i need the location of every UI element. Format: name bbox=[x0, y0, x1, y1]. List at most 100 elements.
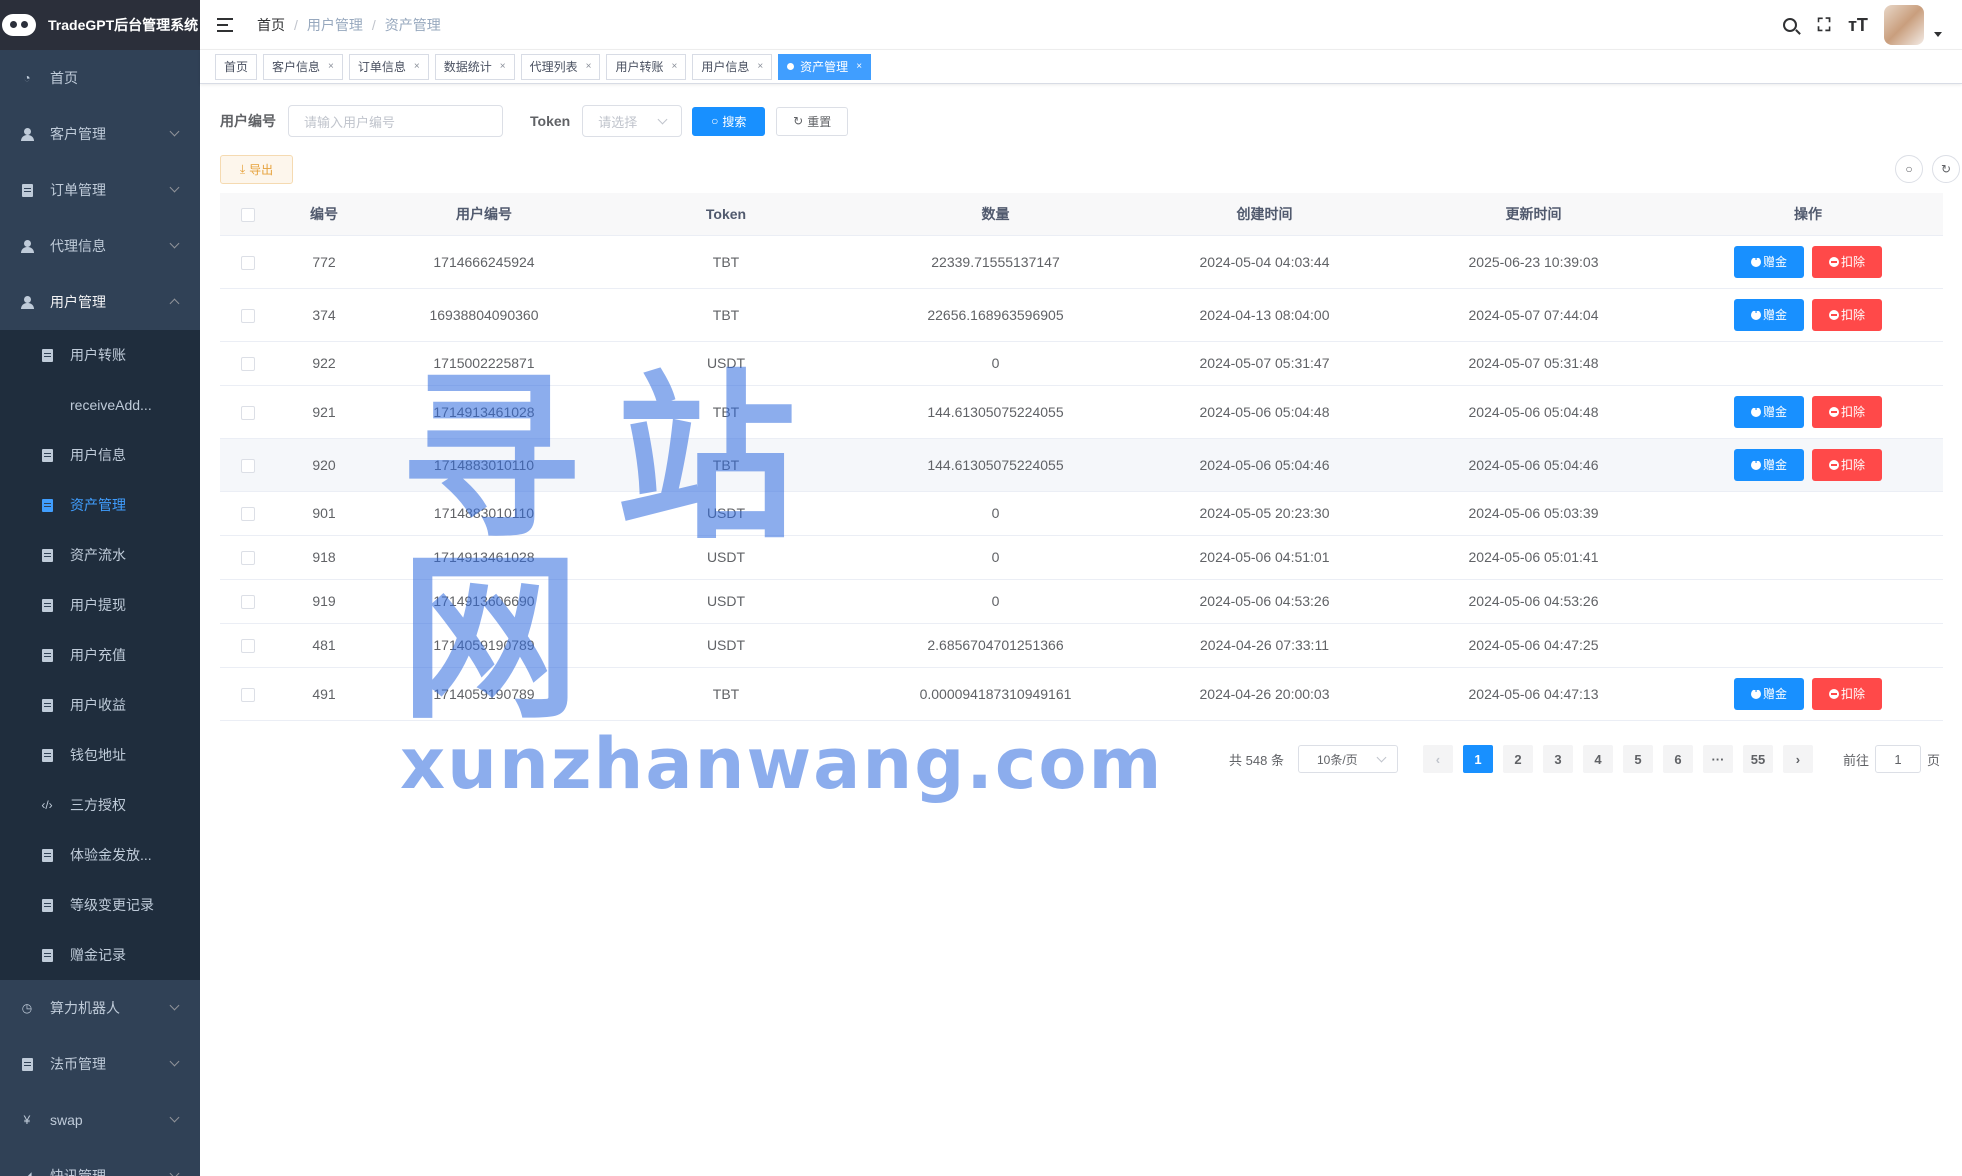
tag-customer-info[interactable]: 客户信息 × bbox=[263, 53, 343, 80]
sidebar-item-asset-management[interactable]: 资产管理 bbox=[0, 480, 200, 530]
avatar[interactable] bbox=[1884, 5, 1924, 45]
reset-button[interactable]: ↻ 重置 bbox=[776, 106, 849, 136]
sidebar-item-earnings[interactable]: 用户收益 bbox=[0, 680, 200, 730]
user-icon bbox=[20, 239, 34, 253]
tag-statistics[interactable]: 数据统计 × bbox=[434, 53, 515, 80]
close-icon[interactable]: × bbox=[328, 55, 334, 79]
app-logo[interactable]: TradeGPT后台管理系统 bbox=[0, 0, 200, 50]
more-pages-button[interactable]: ··· bbox=[1702, 745, 1733, 773]
tag-user-info[interactable]: 用户信息 × bbox=[692, 53, 773, 80]
tags-view: 首页 客户信息 × 订单信息 × 数据统计 × 代理列表 × 用户转账 × 用户信息 × 资… bbox=[200, 50, 1962, 84]
dashboard-icon: ◔ bbox=[23, 71, 31, 85]
document-icon bbox=[40, 748, 54, 762]
gift-button[interactable]: 赠金 bbox=[1734, 245, 1804, 278]
toggle-search-button[interactable]: ○ bbox=[1895, 155, 1923, 183]
token-select[interactable]: 请选择 bbox=[582, 105, 683, 137]
row-checkbox[interactable] bbox=[220, 579, 276, 624]
sidebar-item-level-change[interactable]: 等级变更记录 bbox=[0, 880, 200, 930]
fullscreen-icon[interactable]: ⛶ bbox=[1814, 15, 1834, 35]
search-button[interactable]: ○ 搜索 bbox=[692, 106, 766, 136]
page-button[interactable]: 4 bbox=[1582, 745, 1613, 773]
sidebar-item-fiat[interactable]: 法币管理 bbox=[0, 1036, 200, 1092]
deduct-button[interactable]: 扣除 bbox=[1812, 677, 1882, 710]
page-button[interactable]: 2 bbox=[1502, 745, 1533, 773]
row-checkbox[interactable] bbox=[220, 341, 276, 386]
row-checkbox[interactable] bbox=[220, 438, 276, 492]
refresh-button[interactable]: ↻ bbox=[1932, 155, 1960, 183]
sidebar-item-robot[interactable]: ◷ 算力机器人 bbox=[0, 980, 200, 1036]
goto-page-input[interactable]: 1 bbox=[1874, 745, 1921, 773]
sidebar-item-receive-address[interactable]: receiveAdd... bbox=[0, 380, 200, 430]
sidebar-item-asset-flow[interactable]: 资产流水 bbox=[0, 530, 200, 580]
gift-button[interactable]: 赠金 bbox=[1734, 395, 1804, 428]
sidebar-item-recharge[interactable]: 用户充值 bbox=[0, 630, 200, 680]
deduct-button[interactable]: 扣除 bbox=[1812, 298, 1882, 331]
robot-logo-icon bbox=[2, 14, 36, 36]
close-icon[interactable]: × bbox=[856, 55, 862, 79]
row-checkbox[interactable] bbox=[220, 385, 276, 439]
gift-button[interactable]: 赠金 bbox=[1734, 677, 1804, 710]
sidebar-item-user-transfer[interactable]: 用户转账 bbox=[0, 330, 200, 380]
table-header-row: 编号 用户编号 Token 数量 创建时间 更新时间 操作 bbox=[220, 193, 1943, 236]
close-icon[interactable]: × bbox=[500, 55, 506, 79]
row-checkbox[interactable] bbox=[220, 288, 276, 342]
deduct-button-label: 扣除 bbox=[1840, 308, 1865, 322]
tag-agent-list[interactable]: 代理列表 × bbox=[520, 53, 601, 80]
cell-user-no: 1714059190789 bbox=[372, 667, 596, 721]
deduct-button[interactable]: 扣除 bbox=[1812, 245, 1882, 278]
row-checkbox[interactable] bbox=[220, 535, 276, 580]
sidebar-item-orders[interactable]: 订单管理 bbox=[0, 162, 200, 218]
sidebar-item-trial-fund[interactable]: 体验金发放... bbox=[0, 830, 200, 880]
sidebar-item-customers[interactable]: 客户管理 bbox=[0, 106, 200, 162]
user-no-input[interactable]: 请输入用户编号 bbox=[288, 105, 503, 137]
page-button[interactable]: 3 bbox=[1542, 745, 1573, 773]
row-checkbox[interactable] bbox=[220, 623, 276, 668]
gift-button[interactable]: 赠金 bbox=[1734, 448, 1804, 481]
deduct-button[interactable]: 扣除 bbox=[1812, 395, 1882, 428]
tag-user-transfer[interactable]: 用户转账 × bbox=[606, 53, 687, 80]
page-button[interactable]: 55 bbox=[1742, 745, 1773, 773]
select-all-checkbox[interactable] bbox=[220, 193, 276, 236]
sidebar-item-home[interactable]: ◔ 首页 bbox=[0, 50, 200, 106]
row-checkbox[interactable] bbox=[220, 491, 276, 536]
close-icon[interactable]: × bbox=[757, 55, 763, 79]
sidebar-item-label: 资产管理 bbox=[70, 497, 126, 513]
cell-amount: 144.61305075224055 bbox=[856, 438, 1135, 492]
sidebar-item-gift-records[interactable]: 赠金记录 bbox=[0, 930, 200, 980]
breadcrumb-item[interactable]: 首页 bbox=[257, 15, 285, 35]
export-button-label: 导出 bbox=[249, 162, 274, 177]
page-button[interactable]: 6 bbox=[1662, 745, 1693, 773]
goto-label: 前往 bbox=[1842, 752, 1869, 768]
close-icon[interactable]: × bbox=[414, 55, 420, 79]
close-icon[interactable]: × bbox=[671, 55, 677, 79]
tag-asset-management[interactable]: 资产管理 × bbox=[778, 53, 872, 80]
cell-id: 481 bbox=[276, 623, 372, 668]
cell-updated-time: 2024-05-06 04:47:25 bbox=[1394, 623, 1673, 668]
gift-button[interactable]: 赠金 bbox=[1734, 298, 1804, 331]
close-icon[interactable]: × bbox=[586, 55, 592, 79]
tag-order-info[interactable]: 订单信息 × bbox=[348, 53, 429, 80]
caret-down-icon[interactable] bbox=[1934, 31, 1942, 37]
page-button[interactable]: 1 bbox=[1462, 745, 1493, 773]
sidebar-item-user-info[interactable]: 用户信息 bbox=[0, 430, 200, 480]
page-button[interactable]: 5 bbox=[1622, 745, 1653, 773]
sidebar-item-users[interactable]: 用户管理 bbox=[0, 274, 200, 330]
search-icon[interactable] bbox=[1780, 15, 1800, 35]
hamburger-icon[interactable] bbox=[217, 17, 235, 32]
deduct-button[interactable]: 扣除 bbox=[1812, 448, 1882, 481]
page-size-select[interactable]: 10条/页 bbox=[1297, 745, 1398, 773]
export-button[interactable]: ⤓ 导出 bbox=[220, 154, 293, 184]
sidebar-item-wallet-address[interactable]: 钱包地址 bbox=[0, 730, 200, 780]
sidebar-item-swap[interactable]: ¥ swap bbox=[0, 1092, 200, 1148]
row-checkbox[interactable] bbox=[220, 235, 276, 289]
prev-page-button[interactable]: ‹ bbox=[1422, 745, 1453, 773]
row-checkbox[interactable] bbox=[220, 667, 276, 721]
clock-icon: ◷ bbox=[21, 1001, 33, 1015]
sidebar-item-news[interactable]: ◢ 快讯管理 bbox=[0, 1148, 200, 1176]
font-size-icon[interactable]: ᴛT bbox=[1848, 15, 1868, 35]
sidebar-item-agents[interactable]: 代理信息 bbox=[0, 218, 200, 274]
sidebar-item-third-party-auth[interactable]: ‹/› 三方授权 bbox=[0, 780, 200, 830]
sidebar-item-withdraw[interactable]: 用户提现 bbox=[0, 580, 200, 630]
tag-home[interactable]: 首页 bbox=[215, 53, 258, 80]
next-page-button[interactable]: › bbox=[1782, 745, 1813, 773]
